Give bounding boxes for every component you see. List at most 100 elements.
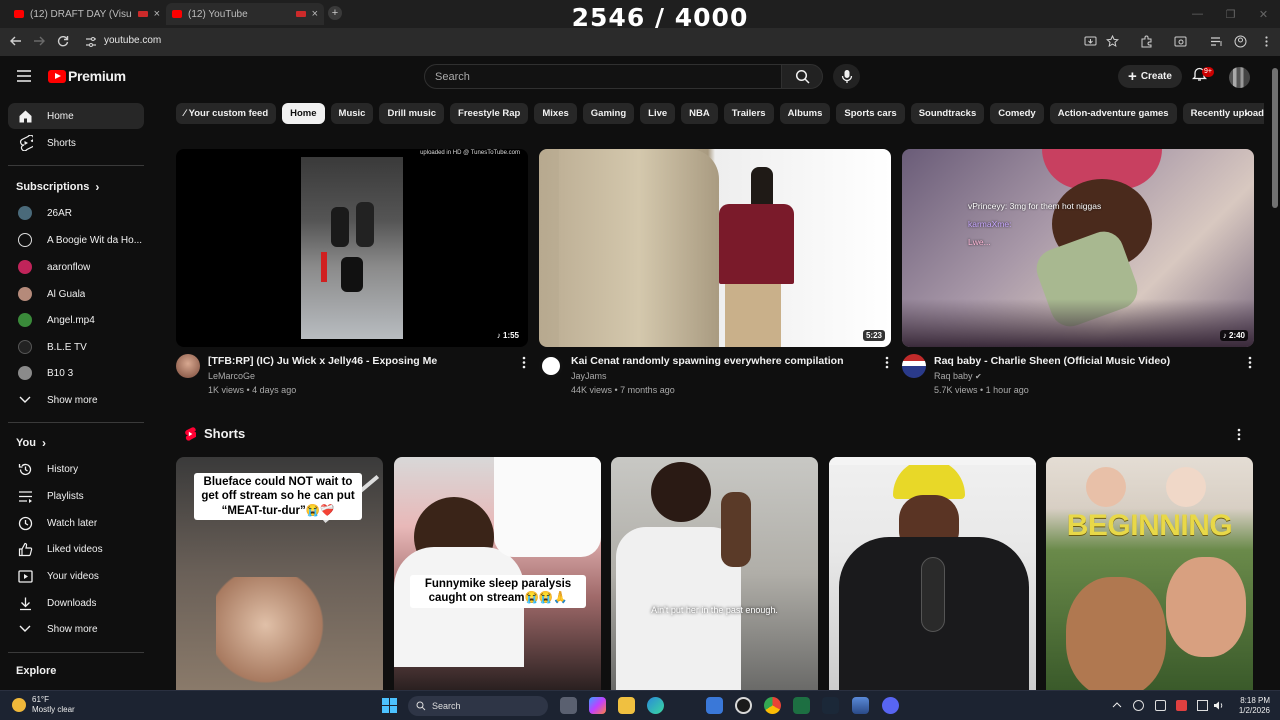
subscriptions-heading[interactable]: Subscriptions › [16, 180, 99, 194]
tab-close-icon[interactable]: × [312, 8, 318, 20]
site-info-icon[interactable] [84, 35, 100, 51]
video-thumbnail[interactable]: 5:23 [539, 149, 891, 347]
minimize-button[interactable]: — [1181, 0, 1214, 28]
account-avatar[interactable] [1229, 67, 1250, 88]
more-options-icon[interactable] [522, 356, 526, 369]
profile-icon[interactable] [1234, 35, 1248, 49]
video-card[interactable]: vPrinceyy: 3mg for them hot niggas karma… [902, 149, 1254, 414]
microphone-active-icon[interactable] [1176, 700, 1187, 711]
short-card[interactable]: Ain't put her in the past enough. [611, 457, 818, 690]
chip-soundtracks[interactable]: Soundtracks [910, 103, 985, 124]
sidebar-subscription-al-guala[interactable]: Al Guala [8, 281, 144, 307]
channel-avatar[interactable] [902, 354, 926, 378]
create-button[interactable]: + Create [1118, 65, 1182, 88]
search-button[interactable] [781, 64, 823, 89]
chip-gaming[interactable]: Gaming [582, 103, 635, 124]
sidebar-show-more-you[interactable]: Show more [8, 616, 144, 642]
hamburger-menu-icon[interactable] [16, 69, 32, 83]
sidebar-item-watch-later[interactable]: Watch later [8, 510, 144, 536]
maximize-button[interactable]: ❐ [1214, 0, 1247, 28]
display-icon[interactable] [1155, 700, 1166, 711]
address-bar-url[interactable]: youtube.com [104, 35, 161, 46]
channel-avatar[interactable] [176, 354, 200, 378]
install-app-icon[interactable] [1084, 35, 1098, 49]
sync-icon[interactable] [1133, 700, 1144, 711]
search-input[interactable]: Search [424, 64, 782, 89]
sidebar-subscription-a-boogie[interactable]: A Boogie Wit da Ho... [8, 227, 144, 253]
tab-search-icon[interactable] [1174, 35, 1188, 49]
forward-arrow-icon[interactable] [32, 34, 48, 50]
chip-recently-uploaded[interactable]: Recently uploaded [1182, 103, 1264, 124]
page-scrollbar[interactable] [1271, 56, 1280, 690]
sidebar-subscription-26ar[interactable]: 26AR [8, 200, 144, 226]
show-hidden-icons-chevron-icon[interactable] [1112, 700, 1123, 711]
sidebar-item-playlists[interactable]: Playlists [8, 483, 144, 509]
volume-icon[interactable] [1213, 700, 1224, 711]
close-window-button[interactable]: ✕ [1247, 0, 1280, 28]
sidebar-subscription-b10-3[interactable]: B10 3 [8, 360, 144, 386]
sidebar-item-home[interactable]: Home [8, 103, 144, 129]
bookmark-star-icon[interactable] [1106, 35, 1120, 49]
obs-studio-icon[interactable] [735, 697, 752, 714]
chip-sports-cars[interactable]: Sports cars [836, 103, 905, 124]
tab-close-icon[interactable]: × [154, 8, 160, 20]
edge-browser-icon[interactable] [647, 697, 664, 714]
sidebar-item-your-videos[interactable]: Your videos [8, 563, 144, 589]
video-card[interactable]: 5:23 Kai Cenat randomly spawning everywh… [539, 149, 891, 414]
youtube-premium-logo[interactable]: Premium [48, 68, 126, 84]
discord-icon[interactable] [882, 697, 899, 714]
sidebar-show-more-subscriptions[interactable]: Show more [8, 387, 144, 413]
chip-live[interactable]: Live [640, 103, 676, 124]
chrome-browser-icon[interactable] [764, 697, 781, 714]
chip-trailers[interactable]: Trailers [723, 103, 774, 124]
chip-action-adventure-games[interactable]: Action-adventure games [1049, 103, 1177, 124]
short-card[interactable]: Funnymike sleep paralysis caught on stre… [394, 457, 601, 690]
channel-name[interactable]: JayJams [571, 371, 607, 381]
chip-albums[interactable]: Albums [779, 103, 831, 124]
excel-icon[interactable] [793, 697, 810, 714]
sidebar-subscription-ble-tv[interactable]: B.L.E TV [8, 334, 144, 360]
short-card[interactable] [829, 457, 1036, 690]
network-icon[interactable] [1197, 700, 1208, 711]
sidebar-item-liked-videos[interactable]: Liked videos [8, 536, 144, 562]
task-view-icon[interactable] [560, 697, 577, 714]
browser-menu-icon[interactable] [1260, 35, 1274, 49]
taskbar-search-box[interactable]: Search [408, 696, 548, 716]
more-options-icon[interactable] [1248, 356, 1252, 369]
chip-home[interactable]: Home [282, 103, 325, 124]
copilot-icon[interactable] [589, 697, 606, 714]
video-title[interactable]: Raq baby - Charlie Sheen (Official Music… [934, 355, 1234, 367]
photos-icon[interactable] [852, 697, 869, 714]
sidebar-item-downloads[interactable]: Downloads [8, 590, 144, 616]
video-card[interactable]: uploaded in HD @ TunesToTube.com ♪ 1:55 … [176, 149, 528, 414]
chip-comedy[interactable]: Comedy [990, 103, 1044, 124]
chip-music[interactable]: Music [330, 103, 374, 124]
short-card[interactable]: Blueface could NOT wait to get off strea… [176, 457, 383, 690]
shorts-more-options-icon[interactable] [1237, 428, 1241, 441]
media-control-icon[interactable] [1210, 35, 1224, 49]
video-thumbnail[interactable]: vPrinceyy: 3mg for them hot niggas karma… [902, 149, 1254, 347]
channel-avatar[interactable] [539, 354, 563, 378]
chip-freestyle-rap[interactable]: Freestyle Rap [450, 103, 529, 124]
reload-icon[interactable] [56, 34, 72, 50]
sidebar-item-history[interactable]: History [8, 456, 144, 482]
weather-widget[interactable]: 61°F Mostly clear [12, 695, 75, 715]
chip-your-custom-feed[interactable]: ⁄ Your custom feed [176, 103, 277, 124]
chips-next-arrow-icon[interactable]: › [1244, 106, 1248, 120]
video-title[interactable]: [TFB:RP] (IC) Ju Wick x Jelly46 - Exposi… [208, 355, 508, 367]
browser-tab-youtube[interactable]: (12) YouTube × [166, 3, 324, 25]
channel-name[interactable]: Raq baby ✔ [934, 371, 982, 381]
sidebar-subscription-aaronflow[interactable]: aaronflow [8, 254, 144, 280]
steam-icon[interactable] [822, 697, 839, 714]
video-title[interactable]: Kai Cenat randomly spawning everywhere c… [571, 355, 871, 367]
microsoft-store-icon[interactable] [706, 697, 723, 714]
system-clock[interactable]: 8:18 PM 1/2/2026 [1226, 696, 1270, 716]
short-card[interactable]: BEGINNING [1046, 457, 1253, 690]
you-heading[interactable]: You › [16, 436, 46, 450]
extensions-icon[interactable] [1140, 35, 1154, 49]
sidebar-item-shorts[interactable]: Shorts [8, 130, 144, 156]
file-explorer-icon[interactable] [618, 697, 635, 714]
back-arrow-icon[interactable] [9, 34, 25, 50]
video-thumbnail[interactable]: uploaded in HD @ TunesToTube.com ♪ 1:55 [176, 149, 528, 347]
sidebar-subscription-angel-mp4[interactable]: Angel.mp4 [8, 307, 144, 333]
